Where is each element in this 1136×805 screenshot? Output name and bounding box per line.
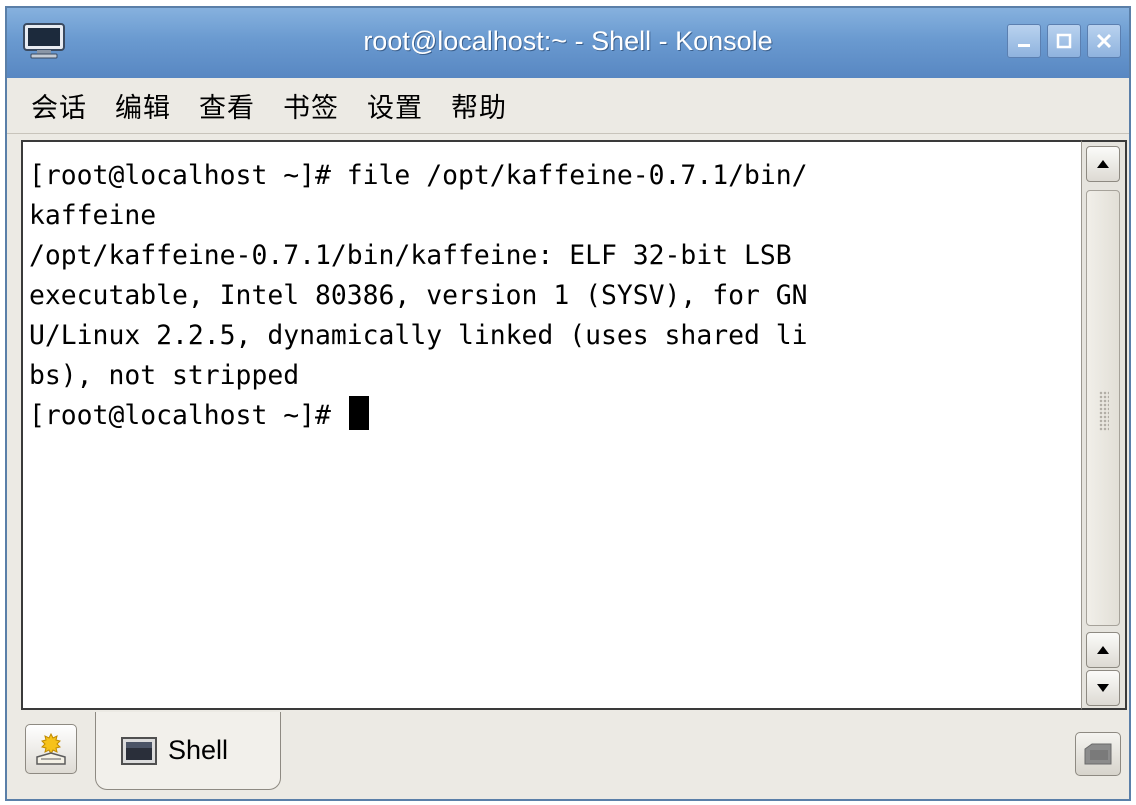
grip-icon (1099, 391, 1109, 431)
title-bar[interactable]: root@localhost:~ - Shell - Konsole (7, 8, 1129, 78)
scroll-up-button[interactable] (1086, 632, 1120, 668)
close-session-button[interactable] (1075, 732, 1121, 776)
terminal-line: /opt/kaffeine-0.7.1/bin/kaffeine: ELF 32… (29, 240, 792, 271)
text-cursor (348, 396, 369, 430)
arrow-up-icon (1097, 160, 1109, 168)
terminal-line: kaffeine (29, 200, 157, 231)
arrow-up-icon (1097, 646, 1109, 654)
menu-bookmarks[interactable]: 书签 (283, 86, 339, 125)
menu-edit[interactable]: 编辑 (115, 86, 171, 125)
maximize-icon (1056, 33, 1072, 49)
close-session-icon (1084, 743, 1112, 765)
terminal-line: bs), not stripped (29, 360, 300, 391)
terminal-line: executable, Intel 80386, version 1 (SYSV… (29, 280, 808, 311)
new-session-icon (36, 732, 66, 765)
scrollbar-thumb[interactable] (1086, 190, 1120, 626)
minimize-button[interactable] (1007, 24, 1041, 58)
arrow-down-icon (1097, 684, 1109, 692)
menu-bar: 会话 编辑 查看 书签 设置 帮助 (7, 78, 1129, 134)
konsole-window: root@localhost:~ - Shell - Konsole 会话 编辑… (5, 6, 1131, 801)
menu-settings[interactable]: 设置 (367, 86, 423, 125)
maximize-button[interactable] (1047, 24, 1081, 58)
terminal-line: U/Linux 2.2.5, dynamically linked (uses … (29, 320, 808, 351)
tab-label: Shell (168, 735, 229, 765)
menu-session[interactable]: 会话 (31, 86, 87, 125)
close-button[interactable] (1087, 24, 1121, 58)
new-session-button[interactable] (25, 724, 77, 774)
terminal-line: [root@localhost ~]# file /opt/kaffeine-0… (29, 160, 808, 191)
vertical-scrollbar[interactable] (1081, 140, 1127, 710)
menu-view[interactable]: 查看 (199, 86, 255, 125)
minimize-icon (1018, 44, 1030, 47)
session-tab-bar: Shell (7, 712, 1129, 799)
scroll-down-button[interactable] (1086, 670, 1120, 706)
close-icon (1096, 33, 1112, 49)
tab-shell[interactable]: Shell (95, 712, 281, 790)
scroll-up-button-top[interactable] (1086, 146, 1120, 182)
menu-help[interactable]: 帮助 (451, 86, 507, 125)
window-title: root@localhost:~ - Shell - Konsole (363, 26, 773, 56)
terminal-prompt: [root@localhost ~]# (29, 400, 347, 431)
terminal-output[interactable]: [root@localhost ~]# file /opt/kaffeine-0… (21, 140, 1081, 710)
terminal-icon (121, 736, 157, 765)
